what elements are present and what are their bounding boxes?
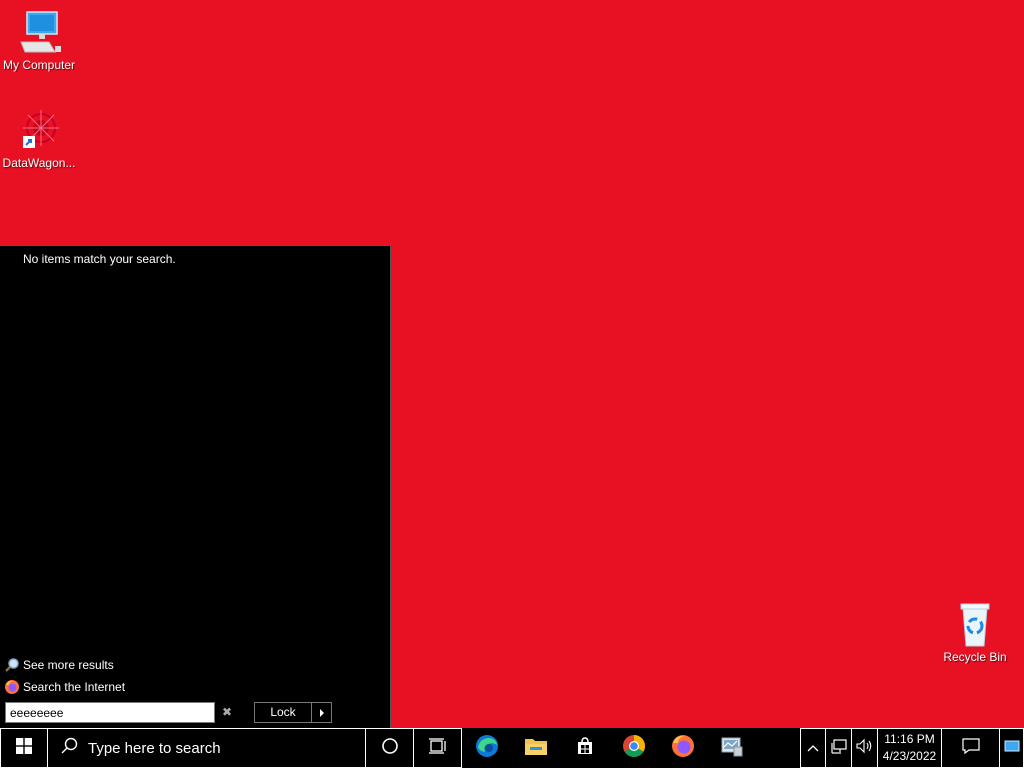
edge-icon [474,733,500,764]
no-results-message: No items match your search. [23,252,176,266]
file-explorer-icon [524,735,548,762]
firefox-icon [4,679,20,695]
search-icon [60,737,78,759]
chrome-icon [622,734,646,763]
start-search-input[interactable] [5,702,215,723]
system-tray: 11:16 PM 4/23/2022 [800,728,1024,768]
magnifier-icon [4,657,20,673]
clock-time: 11:16 PM [884,732,935,746]
desktop-icon-my-computer[interactable]: My Computer [0,8,78,72]
start-button[interactable] [0,728,48,768]
monitor-icon [15,8,63,56]
taskbar-search-box[interactable]: Type here to search [48,728,366,768]
taskbar-firefox[interactable] [658,728,707,768]
start-menu: No items match your search. See more res… [0,245,391,728]
network-button[interactable] [826,728,852,768]
firefox-icon [671,734,695,763]
speaker-icon [855,738,874,759]
desktop: My Computer DataWagon... Recycle Bin No … [0,0,1024,728]
search-internet-label: Search the Internet [23,680,126,694]
cortana-button[interactable] [366,728,414,768]
windows-logo-icon [16,737,32,759]
see-more-results-link[interactable]: See more results [4,657,114,673]
action-center-button[interactable] [942,728,1000,768]
show-desktop-button[interactable] [1000,728,1024,768]
recycle-bin-icon [951,600,999,648]
shutdown-options-arrow-icon[interactable] [311,702,332,723]
taskbar-chrome[interactable] [609,728,658,768]
volume-button[interactable] [852,728,878,768]
search-internet-link[interactable]: Search the Internet [4,679,125,695]
cortana-circle-icon [381,737,399,760]
desktop-preview-icon [1004,739,1020,758]
store-icon [575,736,595,761]
clock[interactable]: 11:16 PM 4/23/2022 [878,728,942,768]
task-view-button[interactable] [414,728,462,768]
taskbar: Type here to search 11:16 PM 4/23/2022 [0,728,1024,768]
clear-search-icon[interactable]: ✖ [220,705,234,719]
desktop-icon-recycle-bin[interactable]: Recycle Bin [936,600,1014,664]
taskbar-store[interactable] [560,728,609,768]
notification-icon [961,737,980,760]
show-hidden-icons-button[interactable] [800,728,826,768]
chevron-up-icon [807,739,819,757]
taskbar-search-placeholder: Type here to search [88,739,221,757]
server-manager-icon [720,735,744,762]
network-icon [830,738,847,759]
taskbar-server-manager[interactable] [707,728,756,768]
desktop-icon-label: Recycle Bin [943,650,1007,664]
desktop-icon-datawagon[interactable]: DataWagon... [0,106,78,170]
desktop-icon-label: DataWagon... [2,156,76,170]
desktop-icon-label: My Computer [2,58,76,72]
lock-button[interactable]: Lock [254,702,312,723]
taskbar-edge[interactable] [462,728,511,768]
see-more-results-label: See more results [23,658,114,672]
task-view-icon [428,737,448,760]
taskbar-file-explorer[interactable] [511,728,560,768]
datawagon-shortcut-icon [15,106,63,154]
clock-date: 4/23/2022 [882,749,937,763]
